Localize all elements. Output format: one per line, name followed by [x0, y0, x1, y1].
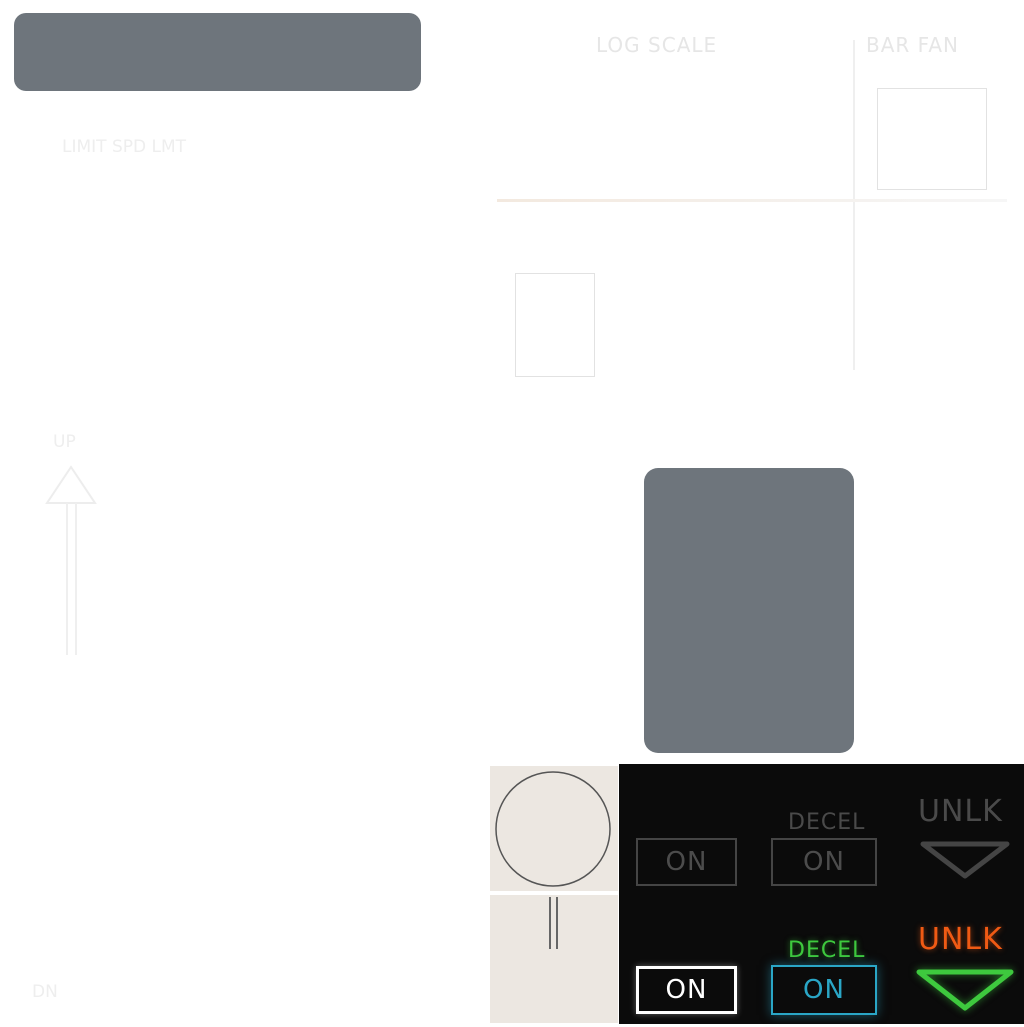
- decel-label-off: DECEL: [788, 810, 866, 835]
- down-triangle-icon-lit: [916, 969, 1014, 1011]
- circle-tile: [490, 766, 618, 891]
- unlock-label-lit: UNLK: [918, 922, 1003, 957]
- up-label: UP: [53, 432, 76, 452]
- double-line-icon: [549, 897, 558, 949]
- gray-banner: [14, 13, 421, 91]
- log-scale-label: LOG SCALE: [596, 33, 718, 57]
- limit-speed-label: LIMIT SPD LMT: [62, 137, 187, 157]
- decel-on-annunciator-off[interactable]: ON: [771, 838, 877, 886]
- down-triangle-icon-off: [920, 841, 1010, 879]
- down-label: DN: [32, 982, 58, 1002]
- divider-vertical: [853, 40, 855, 370]
- unlock-label-off: UNLK: [918, 794, 1003, 829]
- annunciator-panel: ON DECEL ON UNLK ON DECEL ON UNLK: [619, 764, 1024, 1024]
- divider-horizontal: [497, 199, 1007, 202]
- on-annunciator-off[interactable]: ON: [636, 838, 737, 886]
- bar-fan-label: BAR FAN: [866, 33, 959, 57]
- log-scale-box: [515, 273, 595, 377]
- decel-on-annunciator-lit[interactable]: ON: [771, 965, 877, 1015]
- up-arrow-icon: [45, 465, 97, 669]
- circle-icon: [495, 771, 611, 887]
- gray-panel: [644, 468, 854, 753]
- gauge-tile: [490, 895, 618, 1023]
- bar-fan-box: [877, 88, 987, 190]
- on-annunciator-lit[interactable]: ON: [636, 966, 737, 1014]
- decel-label-lit: DECEL: [788, 938, 866, 963]
